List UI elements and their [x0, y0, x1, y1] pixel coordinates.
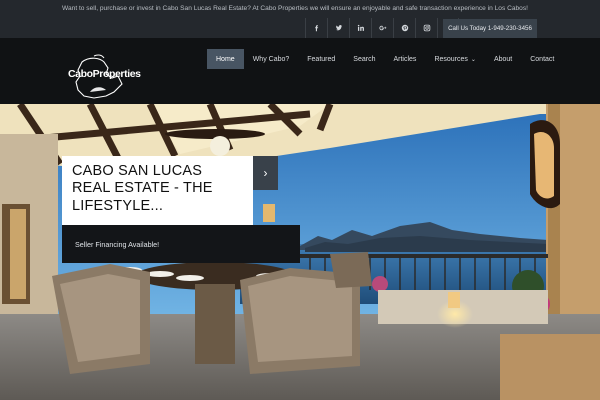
- hero-slider: CABO SAN LUCAS REAL ESTATE - THE LIFESTY…: [0, 104, 600, 400]
- site-header: CaboProperties Home Why Cabo? Featured S…: [0, 38, 600, 104]
- nav-item-why-cabo[interactable]: Why Cabo?: [244, 49, 299, 69]
- top-bar: Want to sell, purchase or invest in Cabo…: [0, 0, 600, 38]
- call-us-button[interactable]: Call Us Today 1-949-230-3456: [443, 19, 537, 38]
- hero-subtitle: Seller Financing Available!: [75, 239, 160, 249]
- nav-item-articles[interactable]: Articles: [384, 49, 425, 69]
- nav-item-about[interactable]: About: [485, 49, 521, 69]
- logo-text[interactable]: CaboProperties: [68, 68, 141, 80]
- instagram-icon[interactable]: [415, 18, 437, 38]
- google-plus-icon[interactable]: [371, 18, 393, 38]
- linkedin-icon[interactable]: [349, 18, 371, 38]
- pinterest-icon[interactable]: [393, 18, 415, 38]
- top-bar-message: Want to sell, purchase or invest in Cabo…: [62, 5, 528, 12]
- nav-item-featured[interactable]: Featured: [298, 49, 344, 69]
- hero-next-button[interactable]: ›: [253, 156, 278, 190]
- social-links: [305, 18, 459, 38]
- hero-title[interactable]: CABO SAN LUCAS REAL ESTATE - THE LIFESTY…: [72, 163, 243, 215]
- nav-item-search[interactable]: Search: [344, 49, 384, 69]
- facebook-icon[interactable]: [305, 18, 327, 38]
- main-nav: Home Why Cabo? Featured Search Articles …: [207, 49, 563, 69]
- twitter-icon[interactable]: [327, 18, 349, 38]
- chevron-right-icon: ›: [263, 166, 268, 180]
- hero-title-box: CABO SAN LUCAS REAL ESTATE - THE LIFESTY…: [62, 156, 253, 229]
- chevron-down-icon: ⌄: [470, 56, 476, 63]
- hero-subtitle-box: Seller Financing Available!: [62, 225, 300, 263]
- nav-item-contact[interactable]: Contact: [521, 49, 563, 69]
- nav-item-home[interactable]: Home: [207, 49, 244, 69]
- nav-item-resources[interactable]: Resources ⌄: [425, 49, 485, 69]
- nav-item-resources-label: Resources: [434, 55, 468, 63]
